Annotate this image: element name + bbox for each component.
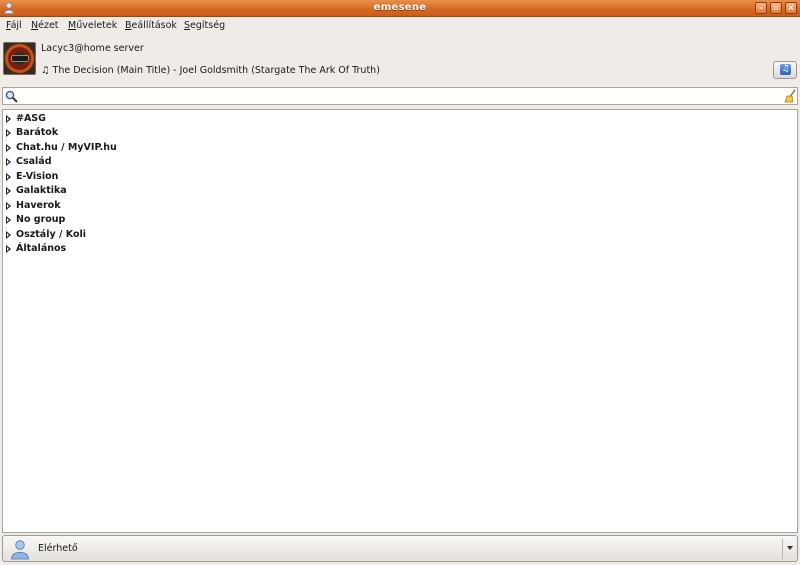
- menu-settings-label: eállítások: [131, 20, 177, 31]
- menu-file-label: ájl: [10, 20, 22, 31]
- music-note-icon: ♫: [780, 64, 791, 75]
- expander-arrow-icon[interactable]: [6, 115, 11, 123]
- group-name: Haverok: [16, 200, 61, 211]
- magnifier-icon: [5, 90, 18, 103]
- expander-arrow-icon[interactable]: [6, 216, 11, 224]
- group-name: Általános: [16, 243, 67, 254]
- contact-list[interactable]: #ASG Barátok Chat.hu / MyVIP.hu Család E…: [2, 109, 798, 533]
- profile-nick[interactable]: Lacyc3@home server: [41, 43, 144, 54]
- expander-arrow-icon[interactable]: [6, 187, 11, 195]
- group-name: Barátok: [16, 127, 59, 138]
- search-bar: [2, 87, 798, 105]
- menu-help[interactable]: Segítség: [184, 20, 225, 31]
- menu-view[interactable]: Nézet: [31, 20, 59, 31]
- expander-arrow-icon[interactable]: [6, 202, 11, 210]
- menu-view-label: ézet: [38, 20, 59, 31]
- group-name: No group: [16, 214, 66, 225]
- menu-actions-label: űveletek: [76, 20, 118, 31]
- status-label: Elérhető: [38, 543, 78, 554]
- status-selector[interactable]: Elérhető: [2, 535, 798, 562]
- window-title: emesene: [373, 2, 427, 13]
- search-input[interactable]: [21, 89, 781, 103]
- expander-arrow-icon[interactable]: [6, 245, 11, 253]
- group-name: #ASG: [16, 113, 46, 124]
- menu-help-label: egítség: [190, 20, 226, 31]
- expander-arrow-icon[interactable]: [6, 173, 11, 181]
- expander-arrow-icon[interactable]: [6, 231, 11, 239]
- close-button[interactable]: ×: [785, 2, 797, 14]
- menu-settings[interactable]: Beállítások: [125, 20, 177, 31]
- now-playing-message[interactable]: ♫ The Decision (Main Title) - Joel Golds…: [41, 65, 380, 76]
- expander-arrow-icon[interactable]: [6, 158, 11, 166]
- group-name: Család: [16, 156, 52, 167]
- window-titlebar: emesene – ▫ ×: [0, 0, 800, 17]
- status-divider: [782, 539, 783, 559]
- maximize-icon: ▫: [773, 3, 779, 12]
- user-online-icon: [11, 540, 29, 560]
- menu-actions[interactable]: Műveletek: [68, 20, 117, 31]
- close-icon: ×: [787, 3, 795, 12]
- group-name: Osztály / Koli: [16, 229, 86, 240]
- avatar[interactable]: [3, 42, 36, 75]
- expander-arrow-icon[interactable]: [6, 129, 11, 137]
- group-name: Chat.hu / MyVIP.hu: [16, 142, 117, 153]
- minimize-icon: –: [759, 3, 763, 12]
- menu-bar: Fájl Nézet Műveletek Beállítások Segítsé…: [0, 17, 800, 34]
- broom-icon[interactable]: [784, 89, 797, 103]
- maximize-button[interactable]: ▫: [770, 2, 782, 14]
- menu-actions-mnemonic: M: [68, 20, 77, 31]
- chevron-down-icon[interactable]: [787, 546, 793, 550]
- group-name: Galaktika: [16, 185, 67, 196]
- group-name: E-Vision: [16, 171, 59, 182]
- minimize-button[interactable]: –: [755, 2, 767, 14]
- expander-arrow-icon[interactable]: [6, 144, 11, 152]
- music-button[interactable]: ♫: [773, 61, 797, 79]
- menu-file[interactable]: Fájl: [6, 20, 22, 31]
